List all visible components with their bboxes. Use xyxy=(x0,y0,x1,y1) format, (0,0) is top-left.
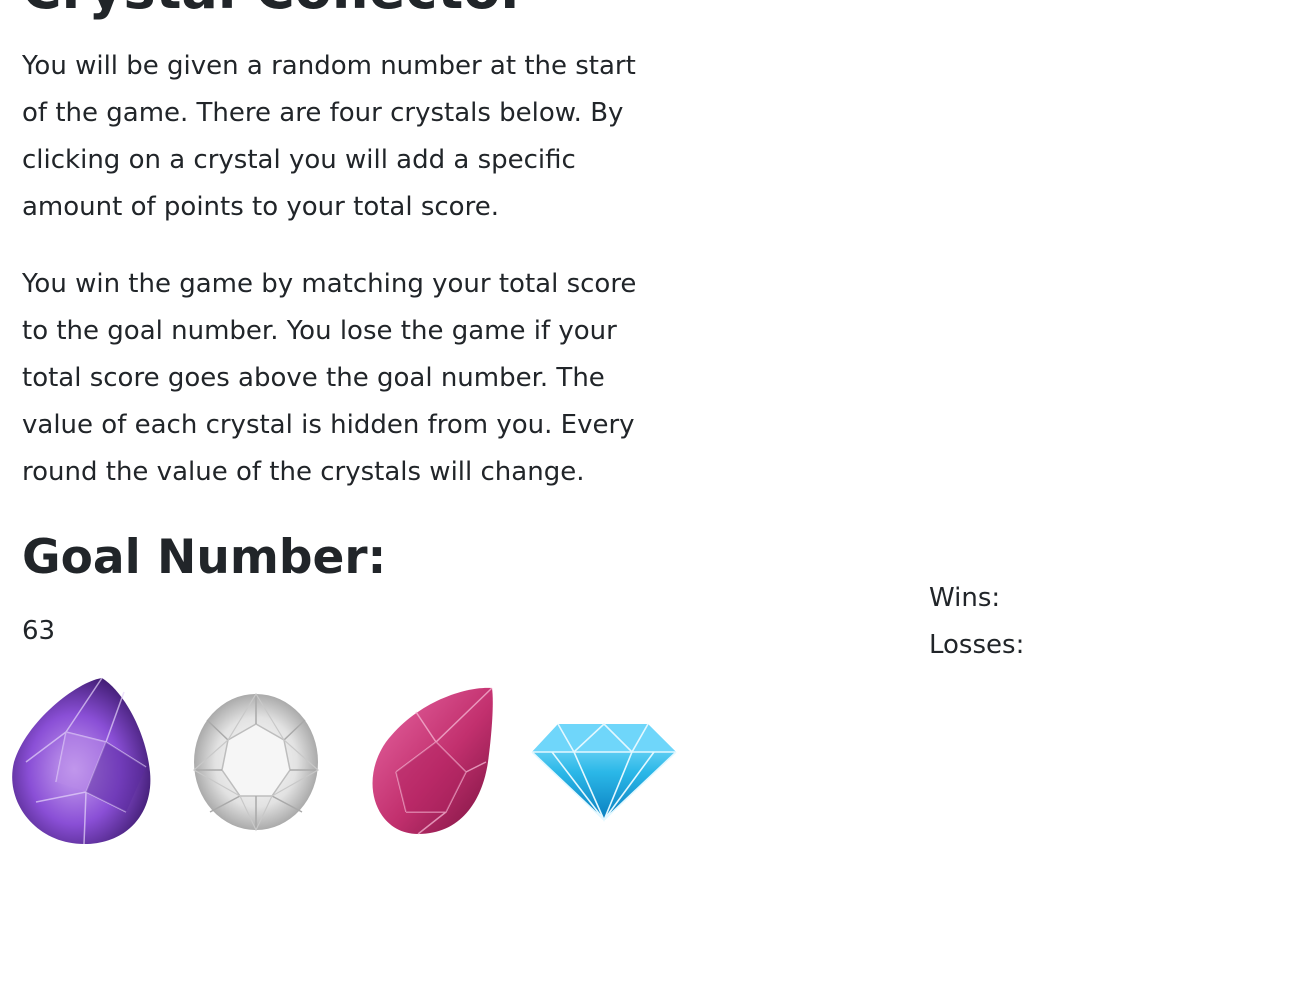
crystal-row xyxy=(6,672,686,852)
blue-crystal-icon xyxy=(531,722,677,823)
wins-label: Wins: xyxy=(929,583,1001,613)
instructions-paragraph-1: You will be given a random number at the… xyxy=(22,51,636,222)
scoreboard: Wins: Losses: xyxy=(929,575,1024,669)
white-crystal-button[interactable] xyxy=(184,672,334,852)
purple-crystal-button[interactable] xyxy=(6,672,156,852)
pink-crystal-button[interactable] xyxy=(356,672,506,852)
blue-crystal-button[interactable] xyxy=(528,672,678,852)
purple-crystal-icon xyxy=(12,677,151,845)
goal-number: 63 xyxy=(22,616,56,646)
page-title: Crystal Collector xyxy=(22,0,527,20)
instructions-paragraph-2: You win the game by matching your total … xyxy=(22,269,637,487)
losses-label: Losses: xyxy=(929,630,1025,660)
goal-heading: Goal Number: xyxy=(22,530,387,585)
pink-crystal-icon xyxy=(372,687,493,835)
white-crystal-icon xyxy=(192,692,320,832)
